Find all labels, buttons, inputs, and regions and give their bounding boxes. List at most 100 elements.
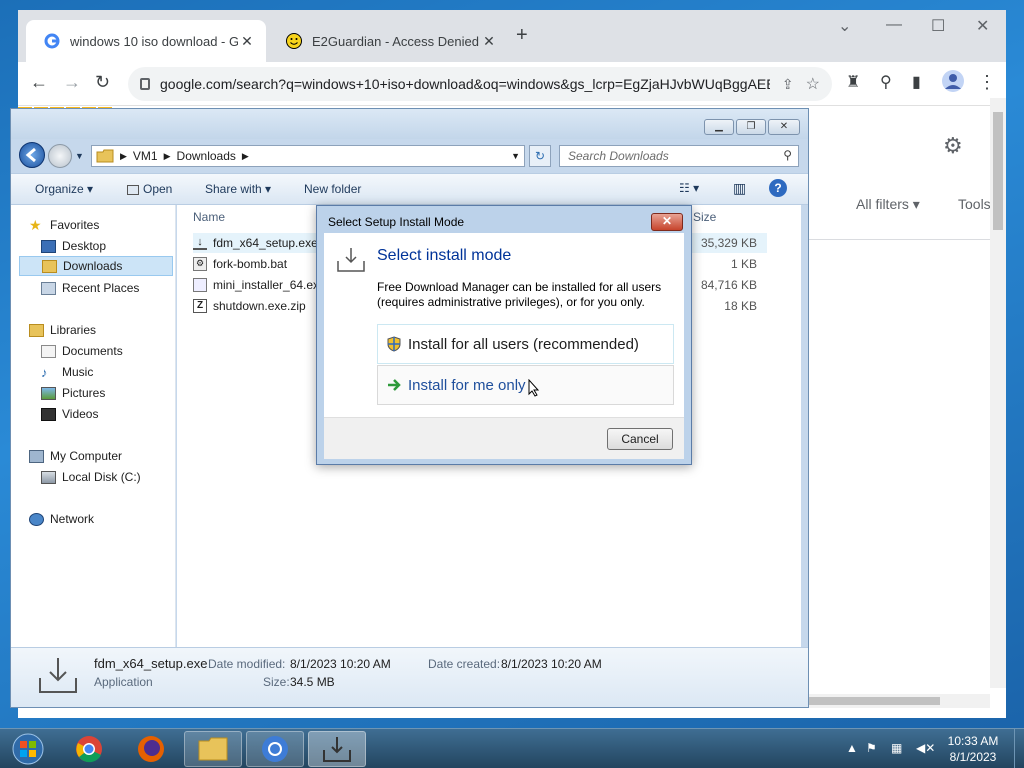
action-center-icon[interactable]: ⚑ <box>866 741 877 755</box>
tab-strip: windows 10 iso download - Goo ✕ E2Guardi… <box>18 10 1006 62</box>
share-icon[interactable]: ⇪ <box>782 76 794 93</box>
detail-filename: fdm_x64_setup.exe <box>94 656 208 671</box>
maximize-icon[interactable]: ☐ <box>931 16 945 36</box>
minimize-icon[interactable]: — <box>886 16 902 34</box>
details-pane: fdm_x64_setup.exe Application Date modif… <box>11 647 808 707</box>
start-button[interactable] <box>2 731 54 767</box>
installer-taskbar-icon[interactable] <box>308 731 366 767</box>
preview-pane-icon[interactable]: ▥ <box>733 180 746 197</box>
firefox-taskbar-icon[interactable] <box>122 731 180 767</box>
nav-pictures[interactable]: Pictures <box>41 383 105 403</box>
new-tab-icon[interactable]: + <box>516 24 528 47</box>
pictures-icon <box>41 386 56 400</box>
nav-desktop[interactable]: Desktop <box>41 236 106 256</box>
scroll-thumb[interactable] <box>808 697 940 705</box>
smiley-icon <box>286 33 302 49</box>
network-icon <box>29 512 44 526</box>
command-bar: Organize ▾ Open Share with ▾ New folder … <box>11 173 808 205</box>
detail-type: Application <box>94 675 153 689</box>
nav-my-computer[interactable]: My Computer <box>29 446 122 466</box>
address-dropdown-icon[interactable]: ▼ <box>511 151 520 161</box>
close-tab-icon[interactable]: ✕ <box>238 33 256 50</box>
open-button[interactable]: Open <box>127 182 172 196</box>
address-bar[interactable]: ▶ VM1 ▶ Downloads ▶ ▼ <box>91 145 525 167</box>
system-clock[interactable]: 10:33 AM 8/1/2023 <box>938 733 1008 765</box>
nav-network[interactable]: Network <box>29 509 94 529</box>
show-hidden-icons[interactable]: ▲ <box>846 741 858 755</box>
batch-file-icon: ⚙ <box>193 257 207 271</box>
nav-documents[interactable]: Documents <box>41 341 123 361</box>
chrome-window-taskbar-icon[interactable] <box>246 731 304 767</box>
back-icon[interactable]: ← <box>30 72 48 93</box>
zip-icon: Z <box>193 299 207 313</box>
back-button[interactable] <box>19 142 45 168</box>
star-icon: ★ <box>29 216 42 233</box>
show-desktop-button[interactable] <box>1014 729 1024 768</box>
bookmark-star-icon[interactable]: ☆ <box>806 74 820 94</box>
detail-created-label: Date created: <box>428 657 501 671</box>
desktop-icon <box>41 239 56 253</box>
organize-button[interactable]: Organize ▾ <box>35 182 93 196</box>
dialog-close-button[interactable]: ✕ <box>651 213 683 231</box>
navigation-bar: ▼ ▶ VM1 ▶ Downloads ▶ ▼ ↻ Search Downloa… <box>11 139 808 173</box>
all-filters-button[interactable]: All filters ▾ <box>856 196 920 213</box>
nav-recent-places[interactable]: Recent Places <box>41 278 139 298</box>
extension-icon[interactable]: ♜ <box>846 72 860 92</box>
lock-icon <box>140 78 150 90</box>
tab-search-icon[interactable]: ⌄ <box>838 16 851 36</box>
column-name[interactable]: Name <box>177 205 225 229</box>
refresh-icon[interactable]: ↻ <box>529 145 551 167</box>
new-folder-button[interactable]: New folder <box>304 182 361 196</box>
side-panel-icon[interactable]: ▮ <box>912 72 921 92</box>
forward-icon[interactable]: → <box>63 72 81 93</box>
vertical-scrollbar[interactable] <box>990 98 1006 688</box>
nav-libraries[interactable]: Libraries <box>29 320 96 340</box>
close-window-icon[interactable]: ✕ <box>976 16 989 36</box>
breadcrumb-vm1[interactable]: VM1 <box>133 149 158 163</box>
recent-pages-icon[interactable]: ▼ <box>75 151 84 161</box>
search-icon: ⚲ <box>783 148 792 162</box>
view-options-icon[interactable]: ☷ ▾ <box>679 181 699 195</box>
minimize-button[interactable]: ▁ <box>704 119 734 135</box>
search-input[interactable]: Search Downloads ⚲ <box>559 145 799 167</box>
tab-google-search[interactable]: windows 10 iso download - Goo ✕ <box>26 20 266 62</box>
explorer-taskbar-icon[interactable] <box>184 731 242 767</box>
share-with-button[interactable]: Share with ▾ <box>205 182 271 196</box>
restore-button[interactable]: ❐ <box>736 119 766 135</box>
nav-music[interactable]: ♪ Music <box>41 362 93 382</box>
libraries-icon <box>29 323 44 337</box>
tab-title: windows 10 iso download - Goo <box>70 33 238 49</box>
help-icon[interactable]: ? <box>769 179 787 197</box>
install-all-users-button[interactable]: Install for all users (recommended) <box>377 324 674 364</box>
dialog-heading: Select install mode <box>377 247 512 264</box>
settings-gear-icon[interactable]: ⚙ <box>943 133 963 159</box>
breadcrumb-downloads[interactable]: Downloads <box>177 149 236 163</box>
install-for-me-button[interactable]: Install for me only <box>377 365 674 405</box>
menu-icon[interactable]: ⋮ <box>978 72 996 93</box>
downloads-folder-icon <box>42 259 57 273</box>
profile-avatar[interactable] <box>942 70 964 97</box>
network-tray-icon[interactable]: ▦ <box>891 741 902 755</box>
divider <box>808 239 990 240</box>
folder-icon <box>96 149 114 163</box>
tab-e2guardian[interactable]: E2Guardian - Access Denied ✕ <box>268 20 508 62</box>
nav-videos[interactable]: Videos <box>41 404 98 424</box>
nav-local-disk[interactable]: Local Disk (C:) <box>41 467 141 487</box>
nav-downloads[interactable]: Downloads <box>19 256 173 276</box>
scroll-thumb[interactable] <box>993 112 1003 230</box>
tools-button[interactable]: Tools <box>958 196 991 212</box>
reload-icon[interactable]: ↻ <box>95 72 110 93</box>
dialog-footer: Cancel <box>324 417 684 459</box>
nav-favorites[interactable]: ★ Favorites <box>29 215 99 235</box>
close-button[interactable]: ✕ <box>768 119 800 135</box>
address-bar[interactable]: google.com/search?q=windows+10+iso+downl… <box>128 67 832 101</box>
search-icon[interactable]: ⚲ <box>880 72 892 92</box>
dialog-body: Select install mode Free Download Manage… <box>324 233 684 417</box>
chrome-taskbar-icon[interactable] <box>60 731 118 767</box>
horizontal-scrollbar[interactable] <box>808 694 990 708</box>
volume-icon[interactable]: ◀✕ <box>916 741 935 755</box>
close-tab-icon[interactable]: ✕ <box>480 33 498 50</box>
cancel-button[interactable]: Cancel <box>607 428 673 450</box>
forward-button[interactable] <box>48 144 72 168</box>
install-mode-dialog: Select Setup Install Mode ✕ Select insta… <box>316 205 692 465</box>
